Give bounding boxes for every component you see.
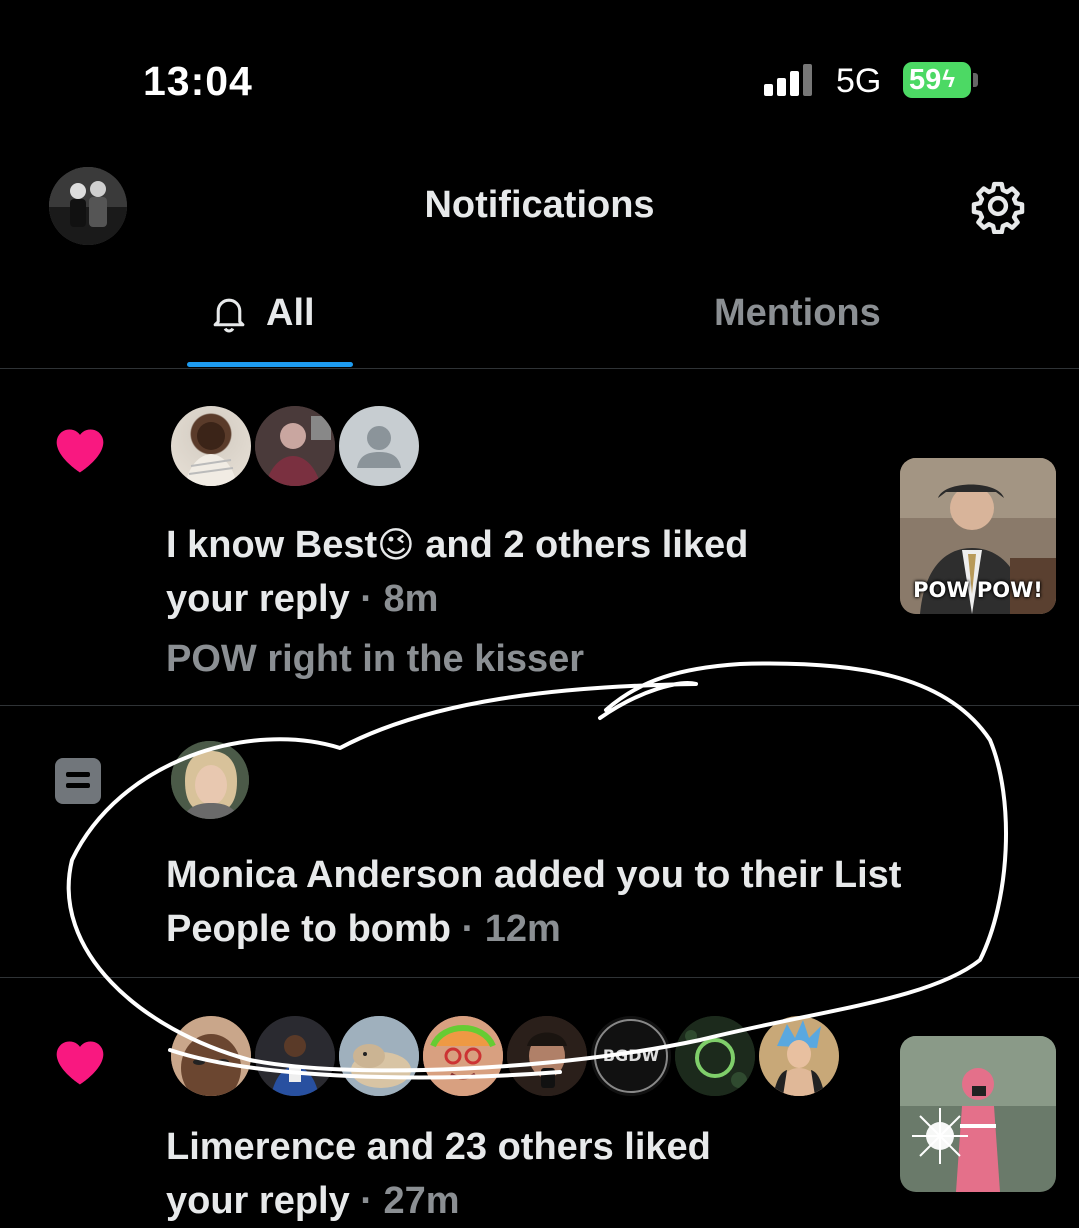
avatar[interactable] [336, 1013, 422, 1099]
notification-text-line2[interactable]: your reply · 27m [166, 1174, 460, 1228]
row-divider [0, 977, 1079, 978]
avatar[interactable] [420, 1013, 506, 1099]
battery-level: 59 [909, 63, 942, 96]
bell-icon [213, 298, 245, 332]
avatar-bgdw[interactable]: BGDW [588, 1013, 674, 1099]
thumbnail-caption: POW POW! [913, 578, 1043, 602]
heart-icon [56, 1041, 104, 1085]
avatar-badge-text: BGDW [602, 1046, 660, 1065]
avatar[interactable] [672, 1013, 758, 1099]
reply-snippet: POW right in the kisser [166, 638, 585, 680]
signal-icon [764, 64, 816, 96]
tab-all[interactable]: All [210, 292, 315, 335]
notification-text-line2[interactable]: your reply · 8m [166, 572, 438, 626]
reply-label: your reply [166, 1180, 350, 1222]
reply-media-thumbnail[interactable]: POW POW! [900, 458, 1056, 614]
notification-text[interactable]: I know Best😉 and 2 others liked [166, 518, 748, 572]
list-icon [55, 758, 101, 804]
emoji: 😉 [377, 524, 415, 565]
tab-all-label: All [266, 292, 315, 334]
avatar[interactable] [168, 738, 252, 822]
action-text: and 2 others liked [425, 524, 749, 566]
avatar[interactable] [168, 403, 254, 489]
avatar[interactable] [252, 1013, 338, 1099]
status-time: 13:04 [143, 58, 253, 104]
timestamp: · 8m [360, 578, 439, 620]
reply-media-thumbnail[interactable] [900, 1036, 1056, 1192]
reply-label: your reply [166, 578, 350, 620]
avatar[interactable] [756, 1013, 842, 1099]
timestamp: · 12m [461, 908, 561, 950]
heart-icon [56, 429, 104, 473]
tab-mentions[interactable]: Mentions [714, 292, 881, 335]
timestamp: · 27m [360, 1180, 460, 1222]
row-divider [0, 705, 1079, 706]
notification-text[interactable]: Monica Anderson added you to their List [166, 848, 901, 902]
battery-icon: 59 ϟ [903, 62, 971, 98]
gear-icon[interactable] [970, 178, 1026, 234]
avatar[interactable] [504, 1013, 590, 1099]
list-name: People to bomb [166, 908, 451, 950]
avatar[interactable] [168, 1013, 254, 1099]
network-label: 5G [836, 62, 882, 100]
notification-text-line2[interactable]: People to bomb · 12m [166, 902, 561, 956]
notification-text[interactable]: Limerence and 23 others liked [166, 1120, 711, 1174]
actor-name: I know Best [166, 524, 378, 566]
tabs-divider [0, 368, 1079, 369]
avatar[interactable] [252, 403, 338, 489]
page-title: Notifications [424, 184, 655, 226]
avatar-default[interactable] [336, 403, 422, 489]
battery-nub [973, 73, 978, 87]
tab-active-indicator [187, 362, 353, 367]
